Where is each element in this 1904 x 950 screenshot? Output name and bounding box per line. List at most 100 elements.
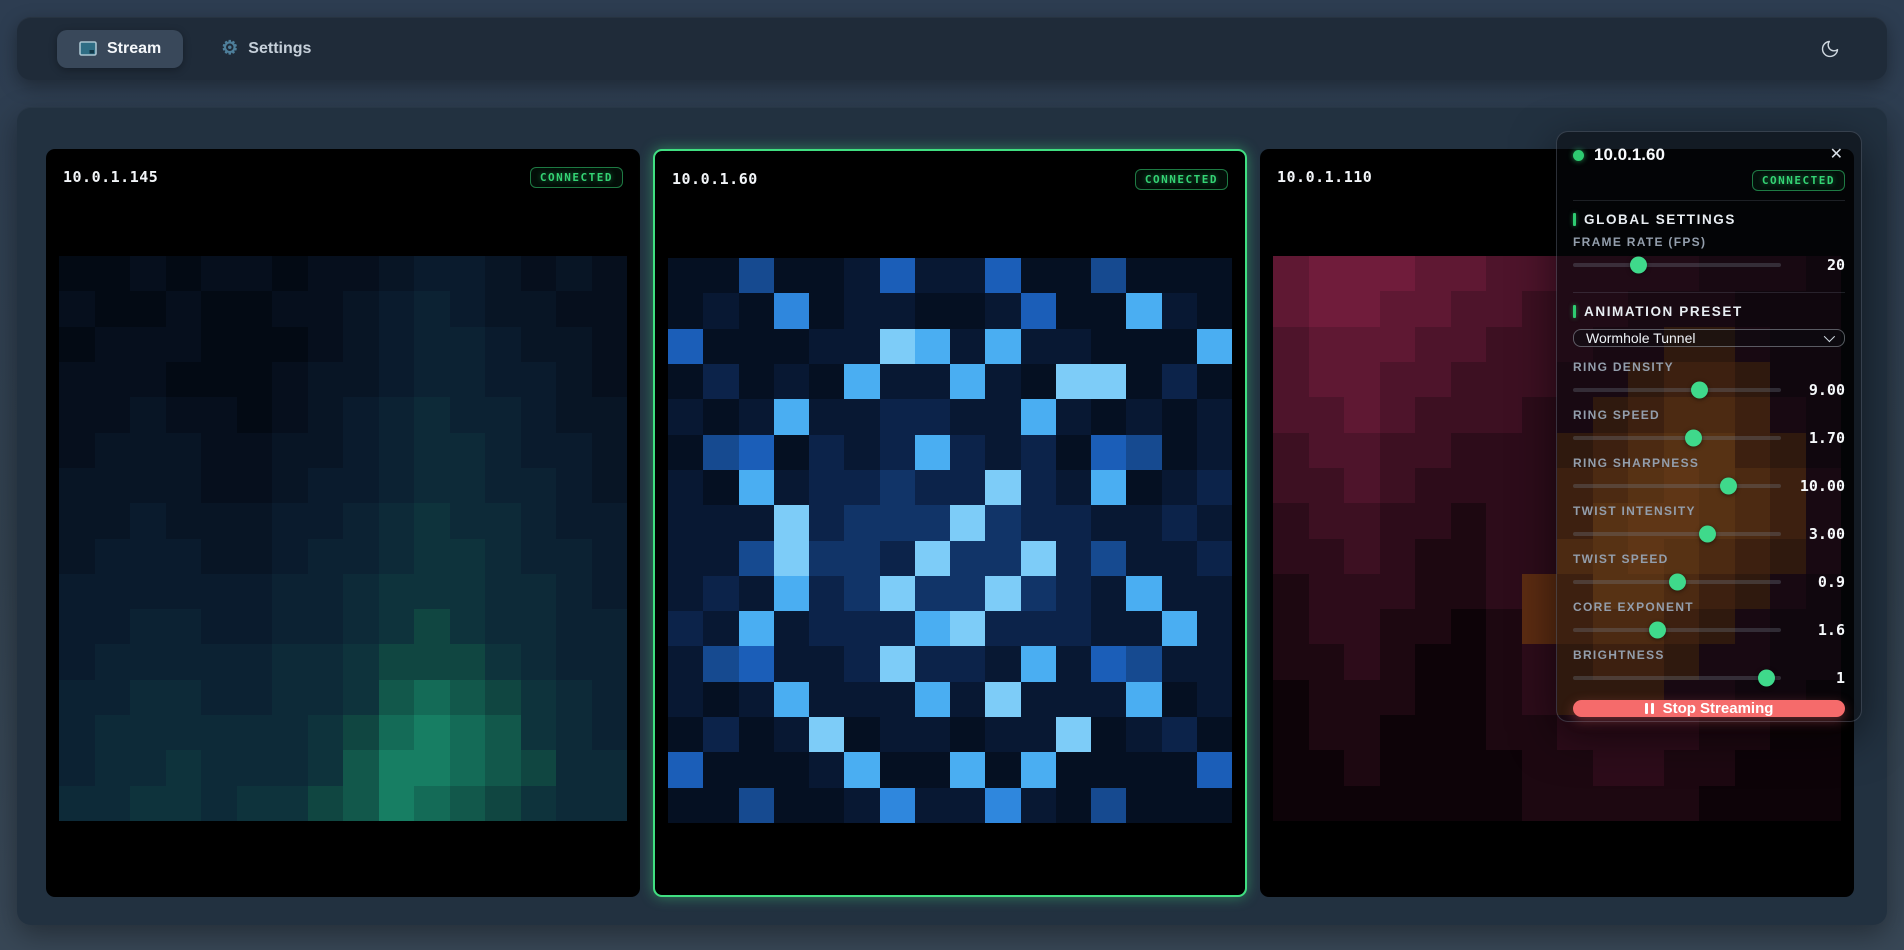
- led-cell: [166, 680, 202, 715]
- slider-thumb[interactable]: [1669, 574, 1686, 591]
- led-cell: [1197, 576, 1232, 611]
- led-cell: [166, 433, 202, 468]
- stop-streaming-button[interactable]: Stop Streaming: [1573, 700, 1845, 717]
- section-accent-bar: [1573, 305, 1576, 318]
- slider-thumb[interactable]: [1685, 430, 1702, 447]
- led-cell: [1451, 644, 1487, 679]
- led-cell: [1091, 717, 1126, 752]
- led-cell: [1344, 362, 1380, 397]
- led-cell: [1197, 293, 1232, 328]
- led-cell: [414, 327, 450, 362]
- slider-thumb[interactable]: [1720, 478, 1737, 495]
- led-cell: [1309, 539, 1345, 574]
- led-cell: [556, 291, 592, 326]
- led-cell: [1451, 256, 1487, 291]
- led-cell: [880, 682, 915, 717]
- led-cell: [1486, 750, 1522, 785]
- led-cell: [985, 329, 1020, 364]
- led-cell: [985, 717, 1020, 752]
- param-slider[interactable]: [1573, 436, 1781, 440]
- led-cell: [592, 327, 628, 362]
- param-slider[interactable]: [1573, 580, 1781, 584]
- led-cell: [1273, 433, 1309, 468]
- animation-preset-select[interactable]: Wormhole Tunnel: [1573, 329, 1845, 347]
- led-cell: [1557, 786, 1593, 821]
- led-cell: [950, 682, 985, 717]
- param-slider[interactable]: [1573, 628, 1781, 632]
- card-header: 10.0.1.60 CONNECTED: [655, 151, 1245, 207]
- led-cell: [237, 291, 273, 326]
- led-cell: [59, 433, 95, 468]
- param-slider[interactable]: [1573, 532, 1781, 536]
- led-cell: [844, 717, 879, 752]
- led-cell: [1126, 505, 1161, 540]
- led-cell: [1126, 646, 1161, 681]
- slider-thumb[interactable]: [1630, 257, 1647, 274]
- led-cell: [1380, 291, 1416, 326]
- led-cell: [1056, 717, 1091, 752]
- led-cell: [1091, 752, 1126, 787]
- led-cell: [130, 468, 166, 503]
- led-cell: [739, 752, 774, 787]
- led-cell: [774, 399, 809, 434]
- led-cell: [1344, 503, 1380, 538]
- led-cell: [809, 329, 844, 364]
- param-slider[interactable]: [1573, 676, 1781, 680]
- led-cell: [95, 609, 131, 644]
- led-cell: [308, 291, 344, 326]
- led-cell: [379, 680, 415, 715]
- param-slider[interactable]: [1573, 388, 1781, 392]
- led-cell: [1126, 435, 1161, 470]
- slider-thumb[interactable]: [1699, 526, 1716, 543]
- led-cell: [1451, 539, 1487, 574]
- led-cell: [485, 256, 521, 291]
- led-cell: [521, 433, 557, 468]
- param-row: FRAME RATE (FPS)20: [1573, 235, 1845, 274]
- led-cell: [739, 435, 774, 470]
- led-cell: [1309, 362, 1345, 397]
- led-cell: [915, 329, 950, 364]
- led-cell: [272, 503, 308, 538]
- close-icon[interactable]: ✕: [1828, 145, 1845, 165]
- led-cell: [592, 609, 628, 644]
- param-slider[interactable]: [1573, 263, 1781, 267]
- led-cell: [915, 717, 950, 752]
- led-cell: [485, 680, 521, 715]
- led-cell: [1091, 258, 1126, 293]
- led-cell: [809, 293, 844, 328]
- led-cell: [414, 750, 450, 785]
- led-cell: [1197, 541, 1232, 576]
- tab-stream[interactable]: Stream: [57, 30, 183, 68]
- led-cell: [95, 362, 131, 397]
- slider-thumb[interactable]: [1691, 382, 1708, 399]
- device-card-60[interactable]: 10.0.1.60 CONNECTED: [653, 149, 1247, 897]
- tab-settings-label: Settings: [248, 40, 311, 58]
- led-cell: [985, 435, 1020, 470]
- led-cell: [450, 433, 486, 468]
- param-slider[interactable]: [1573, 484, 1781, 488]
- led-cell: [1056, 505, 1091, 540]
- led-cell: [414, 715, 450, 750]
- led-cell: [1309, 609, 1345, 644]
- led-cell: [985, 646, 1020, 681]
- led-cell: [1056, 399, 1091, 434]
- slider-thumb[interactable]: [1649, 622, 1666, 639]
- led-cell: [59, 468, 95, 503]
- tab-settings[interactable]: ⚙ Settings: [199, 29, 333, 68]
- led-cell: [1380, 503, 1416, 538]
- led-cell: [592, 503, 628, 538]
- led-cell: [1091, 541, 1126, 576]
- led-cell: [1344, 433, 1380, 468]
- dark-mode-toggle[interactable]: [1813, 32, 1847, 66]
- device-card-145[interactable]: 10.0.1.145 CONNECTED: [46, 149, 640, 897]
- led-cell: [521, 291, 557, 326]
- led-cell: [201, 539, 237, 574]
- slider-thumb[interactable]: [1758, 670, 1775, 687]
- led-cell: [1126, 541, 1161, 576]
- led-cell: [308, 680, 344, 715]
- led-cell: [308, 574, 344, 609]
- led-cell: [844, 541, 879, 576]
- led-cell: [343, 397, 379, 432]
- led-cell: [450, 644, 486, 679]
- led-cell: [343, 644, 379, 679]
